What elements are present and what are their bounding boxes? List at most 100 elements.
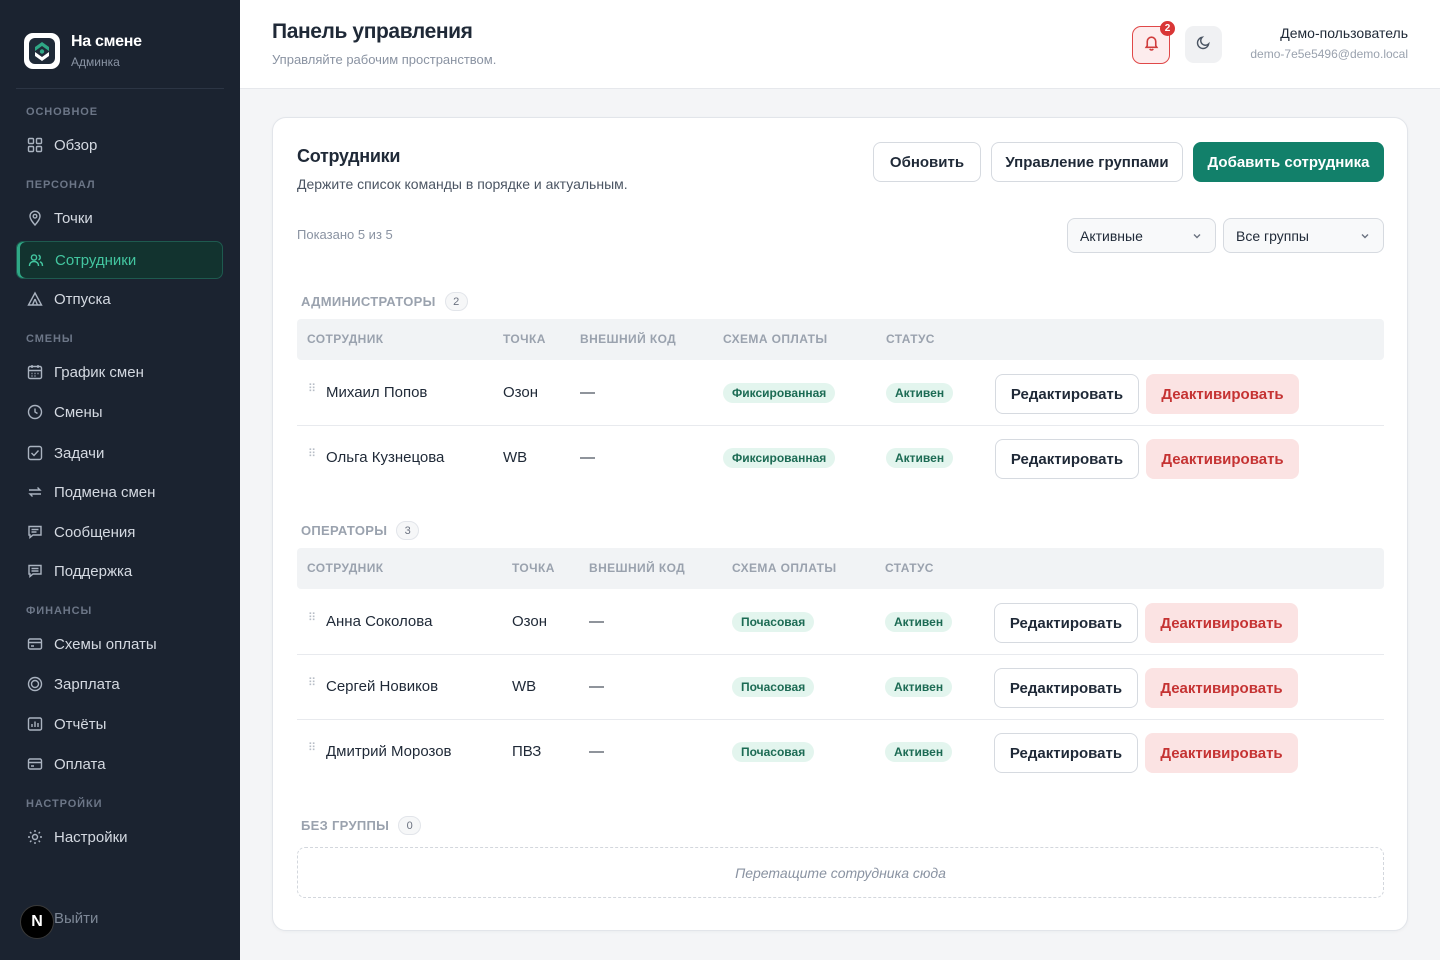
- employee-external-code: —: [589, 743, 604, 760]
- column-header-point: ТОЧКА: [503, 332, 546, 346]
- column-header-external-code: ВНЕШНИЙ КОД: [589, 561, 686, 575]
- sidebar-item-pay-schemes[interactable]: Схемы оплаты: [16, 625, 223, 663]
- column-header-status: СТАТУС: [886, 332, 935, 346]
- employee-external-code: —: [580, 449, 595, 466]
- table-row[interactable]: ⠿ Ольга Кузнецова WB — Фиксированная Акт…: [297, 426, 1384, 491]
- sidebar-item-label: Зарплата: [54, 675, 120, 693]
- group-count-badge: 3: [396, 521, 420, 540]
- drag-handle-icon[interactable]: ⠿: [308, 743, 317, 754]
- column-header-pay-scheme: СХЕМА ОПЛАТЫ: [723, 332, 828, 346]
- table-row[interactable]: ⠿ Анна Соколова Озон — Почасовая Активен…: [297, 590, 1384, 655]
- column-header-employee: СОТРУДНИК: [307, 561, 384, 575]
- sidebar-item-shifts[interactable]: Смены: [16, 393, 223, 431]
- chevron-down-icon: [1359, 229, 1371, 245]
- group-filter-select[interactable]: Все группы: [1223, 218, 1384, 253]
- sidebar-item-salary[interactable]: Зарплата: [16, 665, 223, 703]
- sidebar: На смене Админка ОСНОВНОЕ Обзор ПЕРСОНАЛ…: [0, 0, 240, 960]
- employee-name: Михаил Попов: [326, 384, 428, 401]
- sidebar-item-schedule[interactable]: График смен: [16, 353, 223, 391]
- drag-handle-icon[interactable]: ⠿: [308, 613, 317, 624]
- tent-icon: [26, 290, 44, 308]
- sidebar-item-label: Поддержка: [54, 562, 133, 580]
- shown-count-text: Показано 5 из 5: [297, 227, 393, 242]
- deactivate-button[interactable]: Деактивировать: [1145, 668, 1298, 708]
- sidebar-item-overview[interactable]: Обзор: [16, 126, 223, 164]
- notifications-button[interactable]: 2: [1132, 21, 1175, 64]
- coin-icon: [26, 675, 44, 693]
- add-employee-button[interactable]: Добавить сотрудника: [1193, 142, 1384, 182]
- table-header-administrators: СОТРУДНИК ТОЧКА ВНЕШНИЙ КОД СХЕМА ОПЛАТЫ…: [297, 319, 1384, 360]
- edit-button[interactable]: Редактировать: [994, 733, 1138, 773]
- group-count-badge: 0: [398, 816, 422, 835]
- sidebar-item-reports[interactable]: Отчёты: [16, 705, 223, 743]
- sidebar-item-vacations[interactable]: Отпуска: [16, 280, 223, 318]
- theme-toggle-button[interactable]: [1185, 26, 1222, 63]
- sidebar-item-tasks[interactable]: Задачи: [16, 434, 223, 472]
- brand-name: На смене: [71, 33, 142, 50]
- sidebar-item-label: Сотрудники: [55, 251, 137, 269]
- edit-button[interactable]: Редактировать: [995, 439, 1139, 479]
- edit-button[interactable]: Редактировать: [994, 668, 1138, 708]
- table-row[interactable]: ⠿ Дмитрий Морозов ПВЗ — Почасовая Активе…: [297, 720, 1384, 785]
- table-row[interactable]: ⠿ Сергей Новиков WB — Почасовая Активен …: [297, 655, 1384, 720]
- status-badge: Активен: [885, 612, 953, 632]
- sidebar-item-swap[interactable]: Подмена смен: [16, 473, 223, 511]
- top-header: Панель управления Управляйте рабочим про…: [240, 0, 1440, 89]
- brand-subtitle: Админка: [71, 55, 120, 69]
- group-name: БЕЗ ГРУППЫ: [301, 818, 390, 833]
- users-icon: [27, 251, 45, 269]
- map-pin-icon: [26, 209, 44, 227]
- section-label-shifts: СМЕНЫ: [26, 333, 74, 345]
- employee-point: ПВЗ: [512, 743, 542, 760]
- bar-chart-icon: [26, 715, 44, 733]
- sidebar-item-label: Подмена смен: [54, 483, 156, 501]
- section-label-finance: ФИНАНСЫ: [26, 605, 93, 617]
- brand[interactable]: На смене Админка: [24, 32, 142, 69]
- table-row[interactable]: ⠿ Михаил Попов Озон — Фиксированная Акти…: [297, 361, 1384, 426]
- group-name: АДМИНИСТРАТОРЫ: [301, 294, 436, 309]
- sidebar-item-label: Отчёты: [54, 715, 107, 733]
- deactivate-button[interactable]: Деактивировать: [1146, 439, 1299, 479]
- logout-link[interactable]: Выйти: [54, 910, 98, 927]
- app-logo-icon: [24, 32, 60, 69]
- deactivate-button[interactable]: Деактивировать: [1146, 374, 1299, 414]
- column-header-pay-scheme: СХЕМА ОПЛАТЫ: [732, 561, 837, 575]
- n-badge-icon[interactable]: N: [20, 905, 54, 939]
- edit-button[interactable]: Редактировать: [994, 603, 1138, 643]
- section-label-staff: ПЕРСОНАЛ: [26, 179, 96, 191]
- sidebar-item-support[interactable]: Поддержка: [16, 552, 223, 590]
- employee-external-code: —: [580, 384, 595, 401]
- drag-handle-icon[interactable]: ⠿: [308, 678, 317, 689]
- group-header-no-group: БЕЗ ГРУППЫ 0: [301, 816, 422, 835]
- drag-handle-icon[interactable]: ⠿: [308, 449, 317, 460]
- refresh-button[interactable]: Обновить: [873, 142, 981, 182]
- sidebar-item-settings[interactable]: Настройки: [16, 818, 223, 856]
- employees-card: Сотрудники Держите список команды в поря…: [272, 117, 1408, 931]
- sidebar-item-label: Сообщения: [54, 523, 136, 541]
- user-name[interactable]: Демо-пользователь: [1280, 25, 1408, 41]
- deactivate-button[interactable]: Деактивировать: [1145, 603, 1298, 643]
- card-subtitle: Держите список команды в порядке и актуа…: [297, 176, 628, 192]
- employee-point: WB: [503, 449, 528, 466]
- group-count-badge: 2: [444, 292, 468, 311]
- support-chat-icon: [26, 562, 44, 580]
- status-filter-select[interactable]: Активные: [1067, 218, 1216, 253]
- pay-scheme-badge: Почасовая: [732, 677, 815, 697]
- sidebar-divider: [16, 88, 224, 89]
- sidebar-item-points[interactable]: Точки: [16, 199, 223, 237]
- drop-zone[interactable]: Перетащите сотрудника сюда: [297, 847, 1384, 898]
- sidebar-item-messages[interactable]: Сообщения: [16, 513, 223, 551]
- sidebar-item-payment[interactable]: Оплата: [16, 745, 223, 783]
- employee-external-code: —: [589, 613, 604, 630]
- employee-name: Сергей Новиков: [326, 678, 439, 695]
- column-header-external-code: ВНЕШНИЙ КОД: [580, 332, 677, 346]
- edit-button[interactable]: Редактировать: [995, 374, 1139, 414]
- deactivate-button[interactable]: Деактивировать: [1145, 733, 1298, 773]
- status-filter-value: Активные: [1080, 227, 1143, 244]
- manage-groups-button[interactable]: Управление группами: [991, 142, 1183, 182]
- sidebar-item-employees[interactable]: Сотрудники: [16, 241, 223, 279]
- grid-icon: [26, 136, 44, 154]
- drag-handle-icon[interactable]: ⠿: [308, 384, 317, 395]
- status-badge: Активен: [886, 383, 954, 403]
- clock-icon: [26, 403, 44, 421]
